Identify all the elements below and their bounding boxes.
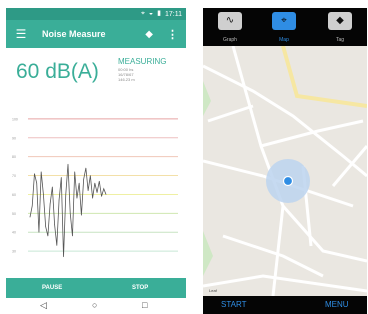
y-tick-label: 90: [12, 136, 16, 140]
data-point: [63, 256, 64, 258]
tab-tag[interactable]: ◆ Tag: [313, 8, 367, 46]
data-point: [94, 182, 96, 184]
tag-icon: ◆: [328, 12, 352, 30]
noise-series-line: [29, 164, 107, 257]
data-point: [67, 163, 69, 165]
data-point: [31, 205, 33, 207]
tab-tag-label: Tag: [335, 37, 345, 43]
data-point: [81, 214, 82, 216]
data-point: [58, 199, 60, 201]
menu-button[interactable]: MENU: [325, 300, 349, 309]
data-point: [85, 167, 87, 169]
data-point: [36, 182, 38, 184]
data-point: [72, 235, 73, 237]
data-point: [47, 235, 49, 237]
y-tick-label: 30: [12, 250, 16, 254]
data-point: [54, 224, 55, 225]
data-point: [60, 177, 62, 178]
data-point: [78, 182, 80, 184]
street-map[interactable]: [203, 46, 367, 296]
data-point: [52, 186, 53, 188]
y-tick-label: 80: [12, 155, 16, 159]
graph-icon: ∿: [218, 12, 242, 30]
data-point: [45, 226, 46, 227]
y-tick-label: 50: [12, 212, 16, 216]
android-nav-bar: ◁ ○ □: [6, 298, 186, 314]
control-bar: PAUSE STOP: [6, 278, 186, 298]
data-point: [96, 192, 98, 193]
pause-button[interactable]: PAUSE: [42, 285, 62, 291]
y-tick-label: 100: [12, 117, 18, 121]
y-tick-label: 70: [12, 174, 16, 178]
map-icon: ⌖: [272, 12, 296, 30]
tab-graph-label: Graph: [223, 37, 237, 43]
tab-map[interactable]: ⌖ Map: [257, 8, 311, 46]
map-screen: ∿ Graph ⌖ Map ◆ Tag Leaf START MENU: [203, 8, 367, 314]
current-location-marker: [282, 175, 294, 187]
map-bottom-bar: START MENU: [203, 296, 367, 314]
data-point: [29, 216, 31, 218]
noise-chart: 100 90 80 70 60 50 40 30: [12, 117, 178, 258]
data-point: [76, 197, 78, 199]
data-point: [83, 179, 84, 180]
data-point: [74, 171, 76, 173]
data-point: [34, 173, 35, 174]
recent-apps-icon[interactable]: □: [142, 300, 147, 310]
data-point: [101, 196, 102, 197]
tab-bar: ∿ Graph ⌖ Map ◆ Tag: [203, 8, 367, 46]
y-tick-labels: 100 90 80 70 60 50 40 30: [12, 117, 18, 253]
y-tick-label: 40: [12, 231, 16, 235]
data-point: [105, 194, 107, 195]
tab-map-label: Map: [279, 37, 289, 43]
data-point: [87, 190, 89, 191]
noise-measure-screen: ⌖ ◒ ▮ 17:11 ☰ Noise Measure ◆ ⋮ 60 dB(A)…: [6, 8, 186, 314]
guide-lines: [28, 118, 178, 252]
stop-button[interactable]: STOP: [132, 285, 148, 291]
home-icon[interactable]: ○: [92, 300, 97, 310]
data-point: [65, 194, 67, 195]
start-button[interactable]: START: [221, 300, 246, 309]
tab-graph[interactable]: ∿ Graph: [203, 8, 257, 46]
data-point: [98, 180, 100, 182]
data-point: [103, 188, 105, 190]
map-attribution[interactable]: Leaf: [209, 288, 217, 293]
data-point: [90, 175, 91, 176]
data-point: [40, 171, 42, 173]
back-icon[interactable]: ◁: [40, 300, 47, 311]
data-point: [38, 231, 40, 233]
data-point: [92, 197, 93, 199]
y-tick-label: 60: [12, 193, 16, 197]
data-point: [56, 245, 58, 246]
data-point: [49, 203, 51, 205]
data-point: [69, 213, 71, 214]
data-point: [43, 194, 44, 195]
